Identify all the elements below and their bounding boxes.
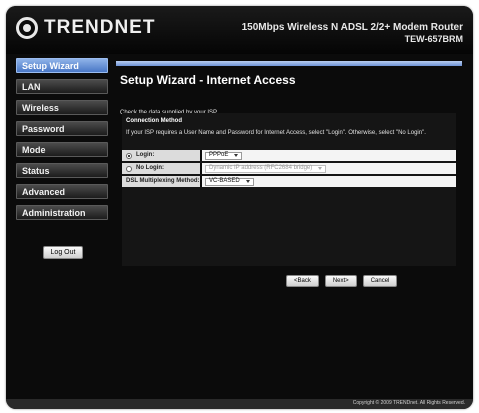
no-login-field-cell: Dynamic IP address (RFC2684 bridge) bbox=[202, 163, 456, 174]
sidebar-item-wireless[interactable]: Wireless bbox=[16, 100, 108, 115]
login-radio[interactable] bbox=[126, 152, 132, 159]
footer: Copyright © 2009 TRENDnet. All Rights Re… bbox=[6, 399, 473, 409]
no-login-label: No Login: bbox=[136, 165, 164, 171]
page-title: Setup Wizard - Internet Access bbox=[120, 73, 296, 87]
main-content: Setup Wizard - Internet Access Check the… bbox=[116, 61, 462, 287]
product-description: 150Mbps Wireless N ADSL 2/2+ Modem Route… bbox=[241, 22, 463, 33]
title-bar-accent bbox=[116, 61, 462, 66]
dsl-multiplexing-label-cell: DSL Multiplexing Method: bbox=[122, 176, 202, 187]
connection-method-panel: Connection Method If your ISP requires a… bbox=[122, 113, 456, 266]
sidebar-item-administration[interactable]: Administration bbox=[16, 205, 108, 220]
login-row: Login: PPPoE bbox=[122, 150, 456, 161]
trendnet-logo: TRENDNET bbox=[16, 17, 155, 39]
no-login-type-value: Dynamic IP address (RFC2684 bridge) bbox=[209, 165, 313, 171]
no-login-type-select[interactable]: Dynamic IP address (RFC2684 bridge) bbox=[205, 164, 327, 173]
next-button[interactable]: Next> bbox=[324, 275, 357, 287]
dsl-multiplexing-row: DSL Multiplexing Method: VC-BASED bbox=[122, 176, 456, 187]
chevron-down-icon bbox=[318, 167, 323, 170]
model-number: TEW-657BRM bbox=[404, 34, 463, 44]
login-type-select[interactable]: PPPoE bbox=[205, 151, 243, 160]
login-type-value: PPPoE bbox=[209, 152, 229, 158]
dsl-multiplexing-select[interactable]: VC-BASED bbox=[205, 177, 254, 186]
dsl-multiplexing-field-cell: VC-BASED bbox=[202, 176, 456, 187]
sidebar-item-lan[interactable]: LAN bbox=[16, 79, 108, 94]
header: TRENDNET 150Mbps Wireless N ADSL 2/2+ Mo… bbox=[6, 6, 473, 54]
router-frame: TRENDNET 150Mbps Wireless N ADSL 2/2+ Mo… bbox=[6, 6, 473, 409]
sidebar-item-password[interactable]: Password bbox=[16, 121, 108, 136]
chevron-down-icon bbox=[234, 154, 239, 157]
sidebar-item-status[interactable]: Status bbox=[16, 163, 108, 178]
log-out-button[interactable]: Log Out bbox=[43, 246, 83, 259]
wizard-buttons: <Back Next> Cancel bbox=[286, 275, 398, 287]
brand-name: TRENDNET bbox=[44, 17, 156, 38]
sidebar-item-setup-wizard[interactable]: Setup Wizard bbox=[16, 58, 108, 73]
no-login-row: No Login: Dynamic IP address (RFC2684 br… bbox=[122, 163, 456, 174]
chevron-down-icon bbox=[245, 180, 250, 183]
dsl-multiplexing-label: DSL Multiplexing Method: bbox=[126, 178, 200, 184]
login-field-cell: PPPoE bbox=[202, 150, 456, 161]
cancel-button[interactable]: Cancel bbox=[362, 275, 398, 287]
connection-method-heading: Connection Method bbox=[126, 118, 182, 124]
trendnet-logo-icon bbox=[16, 17, 38, 39]
sidebar-nav: Setup Wizard LAN Wireless Password Mode … bbox=[16, 58, 108, 226]
copyright-text: Copyright © 2009 TRENDnet. All Rights Re… bbox=[352, 400, 465, 406]
sidebar-item-mode[interactable]: Mode bbox=[16, 142, 108, 157]
connection-method-description: If your ISP requires a User Name and Pas… bbox=[126, 130, 426, 136]
no-login-radio[interactable] bbox=[126, 165, 132, 172]
back-button[interactable]: <Back bbox=[286, 275, 319, 287]
login-label-cell: Login: bbox=[122, 150, 202, 161]
dsl-multiplexing-value: VC-BASED bbox=[209, 178, 240, 184]
no-login-label-cell: No Login: bbox=[122, 163, 202, 174]
sidebar-item-advanced[interactable]: Advanced bbox=[16, 184, 108, 199]
login-label: Login: bbox=[136, 152, 155, 158]
